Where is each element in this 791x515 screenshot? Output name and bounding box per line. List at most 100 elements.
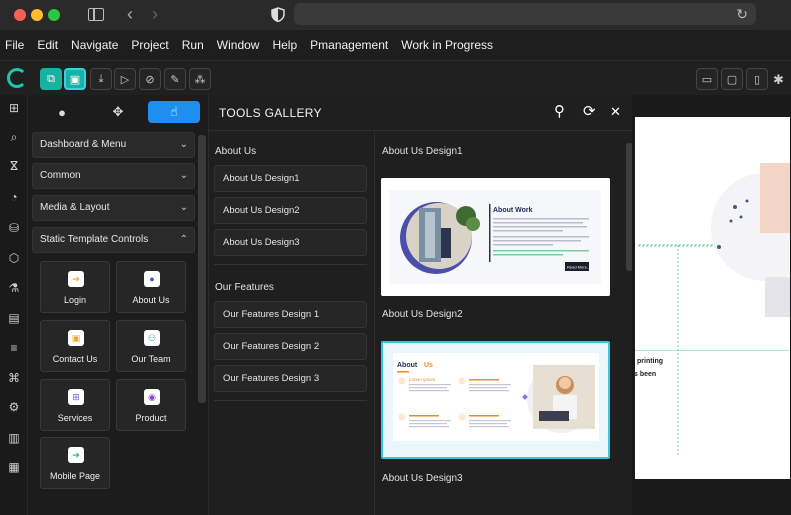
- tab-theme[interactable]: ●: [36, 101, 88, 123]
- panel-tabs: ● ✥ ☝: [32, 101, 200, 123]
- gallery-list: About Us About Us Design1 About Us Desig…: [209, 131, 375, 515]
- file-icon[interactable]: ▤: [7, 311, 21, 325]
- document-icon[interactable]: ▥: [7, 431, 21, 445]
- tools-gallery: TOOLS GALLERY ⚲ ⟳ ✕ About Us About Us De…: [208, 95, 633, 515]
- tab-plugins[interactable]: ✥: [92, 101, 144, 123]
- menu-pmanagement[interactable]: Pmanagement: [310, 38, 388, 52]
- tablet-view-button[interactable]: ▢: [721, 68, 743, 90]
- copy-button[interactable]: ⧉: [40, 68, 62, 90]
- settings-icon[interactable]: ⚙: [7, 400, 21, 414]
- run-button[interactable]: ▷: [114, 68, 136, 90]
- tile-our-team[interactable]: ⚇ Our Team: [116, 320, 186, 372]
- tile-mobile-page[interactable]: ➔ Mobile Page: [40, 437, 110, 489]
- list-item[interactable]: About Us Design2: [214, 197, 367, 224]
- window-title-bar: ‹ › ↻: [0, 0, 791, 30]
- list-item[interactable]: Our Features Design 3: [214, 365, 367, 392]
- sidebar-toggle-icon[interactable]: [88, 8, 104, 21]
- save-button[interactable]: ▣: [64, 68, 86, 90]
- canvas-text-line: printing: [637, 358, 664, 365]
- minimize-window-button[interactable]: [31, 9, 43, 21]
- app-logo-icon: [7, 68, 27, 88]
- controls-panel: ● ✥ ☝ Dashboard & Menu ⌄ Common ⌄ Media & …: [28, 95, 208, 515]
- canvas-bottom-bar: [632, 504, 791, 515]
- address-bar[interactable]: ↻: [294, 3, 756, 25]
- menu-window[interactable]: Window: [217, 38, 260, 52]
- preview-title: About Us Design1: [382, 146, 463, 157]
- contact-icon: ▣: [68, 330, 84, 346]
- laptop-view-button[interactable]: ▭: [696, 68, 718, 90]
- search-icon[interactable]: ⚲: [554, 104, 565, 120]
- list-item[interactable]: Our Features Design 2: [214, 333, 367, 360]
- search-icon[interactable]: ⌕: [7, 130, 21, 144]
- preview-card-about-us-1[interactable]: About Work Read More...: [381, 178, 610, 296]
- accordion-static-template-controls[interactable]: Static Template Controls ⌃: [32, 227, 195, 253]
- chevron-down-icon: ⌄: [179, 170, 188, 181]
- menu-help[interactable]: Help: [272, 38, 297, 52]
- tile-contact-us[interactable]: ▣ Contact Us: [40, 320, 110, 372]
- database-icon[interactable]: ⛁: [7, 221, 21, 235]
- plugin-icon[interactable]: ⬡: [7, 251, 21, 265]
- touch-icon: ☝: [170, 104, 178, 119]
- tab-controls[interactable]: ☝: [148, 101, 200, 123]
- card1-heading: About Work: [493, 207, 533, 214]
- menu-bar: File Edit Navigate Project Run Window He…: [0, 30, 791, 60]
- menu-work-in-progress[interactable]: Work in Progress: [401, 38, 493, 52]
- menu-project[interactable]: Project: [131, 38, 168, 52]
- close-icon[interactable]: ✕: [610, 104, 621, 120]
- zoom-window-button[interactable]: [48, 9, 60, 21]
- about-us-1-thumbnail: About Work Read More...: [381, 178, 610, 296]
- gallery-title: TOOLS GALLERY: [219, 106, 322, 120]
- about-us-2-thumbnail: About Us Lorem Ipsum: [383, 343, 608, 457]
- panel-scrollbar[interactable]: [198, 135, 206, 403]
- accordion-media-layout[interactable]: Media & Layout ⌄: [32, 195, 195, 221]
- list-item[interactable]: About Us Design1: [214, 165, 367, 192]
- tile-about-us[interactable]: ● About Us: [116, 261, 186, 313]
- forward-arrow-icon[interactable]: ›: [152, 4, 158, 24]
- close-window-button[interactable]: [14, 9, 26, 21]
- gallery-header: TOOLS GALLERY ⚲ ⟳ ✕: [209, 95, 633, 131]
- tile-services[interactable]: ⊞ Services: [40, 379, 110, 431]
- list-item[interactable]: Our Features Design 1: [214, 301, 367, 328]
- edit-button[interactable]: ✎: [164, 68, 186, 90]
- menu-file[interactable]: File: [5, 38, 24, 52]
- card2-heading-b: Us: [424, 362, 433, 369]
- download-button[interactable]: ⤓: [90, 68, 112, 90]
- card1-button: Read More...: [567, 265, 590, 270]
- table-icon[interactable]: ▦: [7, 460, 21, 474]
- stop-button[interactable]: ⊘: [139, 68, 161, 90]
- user-icon: ●: [144, 271, 160, 287]
- team-icon: ⚇: [144, 330, 160, 346]
- mobile-view-button[interactable]: ▯: [746, 68, 768, 90]
- palette-icon[interactable]: ◔: [7, 190, 21, 204]
- refresh-icon[interactable]: ⟳: [583, 104, 596, 120]
- tile-product[interactable]: ◉ Product: [116, 379, 186, 431]
- list-icon[interactable]: ≡: [7, 341, 21, 355]
- reload-icon[interactable]: ↻: [736, 6, 748, 23]
- icon-rail: ⊞ ⌕ ⴵ ◔ ⛁ ⬡ ⚗ ▤ ≡ ⌘ ⚙ ▥ ▦: [0, 95, 28, 515]
- chevron-up-icon: ⌃: [179, 234, 188, 245]
- main-toolbar: ⧉ ▣ ⤓ ▷ ⊘ ✎ ⁂ ▭ ▢ ▯ ✱: [0, 60, 791, 95]
- menu-run[interactable]: Run: [182, 38, 204, 52]
- mobile-icon: ➔: [68, 447, 84, 463]
- chevron-down-icon: ⌄: [179, 202, 188, 213]
- card2-heading-a: About: [397, 362, 418, 369]
- canvas-text-line: s been: [634, 371, 657, 378]
- grid-icon[interactable]: ⊞: [7, 101, 21, 115]
- accordion-dashboard-menu[interactable]: Dashboard & Menu ⌄: [32, 132, 195, 158]
- back-arrow-icon[interactable]: ‹: [127, 4, 133, 24]
- accessibility-icon[interactable]: ✱: [773, 72, 784, 88]
- list-item[interactable]: About Us Design3: [214, 229, 367, 256]
- accordion-common[interactable]: Common ⌄: [32, 163, 195, 189]
- components-button[interactable]: ⁂: [189, 68, 211, 90]
- bug-icon[interactable]: ⴵ: [7, 159, 21, 173]
- divider: [214, 400, 367, 401]
- tile-login[interactable]: ➔ Login: [40, 261, 110, 313]
- menu-edit[interactable]: Edit: [37, 38, 58, 52]
- menu-navigate[interactable]: Navigate: [71, 38, 118, 52]
- product-icon: ◉: [144, 389, 160, 405]
- flask-icon[interactable]: ⚗: [7, 281, 21, 295]
- network-icon[interactable]: ⌘: [7, 371, 21, 385]
- canvas-page[interactable]: printing s been: [634, 117, 791, 479]
- preview-card-about-us-2[interactable]: About Us Lorem Ipsum: [381, 341, 610, 459]
- section-title: Our Features: [215, 282, 274, 293]
